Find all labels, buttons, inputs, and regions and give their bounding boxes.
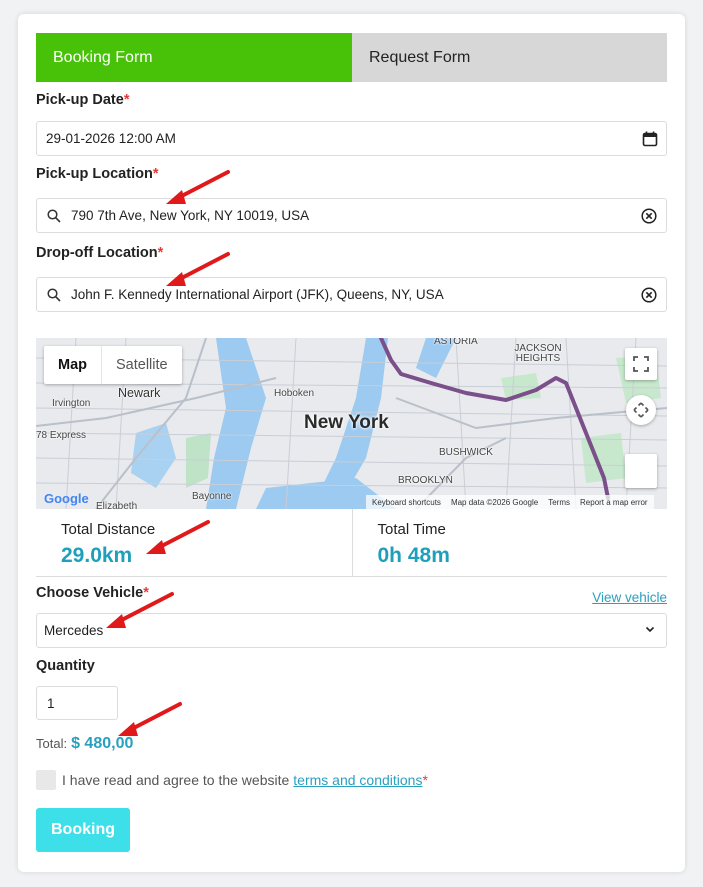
map-terms-link[interactable]: Terms: [548, 498, 570, 507]
fullscreen-icon[interactable]: [625, 348, 657, 380]
map-place-bushwick: BUSHWICK: [439, 447, 493, 458]
search-icon: [37, 208, 71, 223]
pegman-icon[interactable]: [625, 454, 657, 488]
pickup-date-label: Pick-up Date*: [36, 92, 130, 108]
map-type-map-button[interactable]: Map: [44, 346, 101, 384]
map-place-bayonne: Bayonne: [192, 491, 232, 502]
tab-booking-form[interactable]: Booking Form: [36, 33, 352, 82]
trip-stats: Total Distance 29.0km Total Time 0h 48m: [36, 509, 667, 577]
map-place-elizabeth: Elizabeth: [96, 501, 138, 509]
chevron-down-icon: [644, 623, 656, 635]
total-time-label: Total Time: [377, 521, 446, 538]
annotation-arrow-icon: [146, 520, 210, 554]
pickup-location-label: Pick-up Location*: [36, 166, 159, 182]
total-label: Total:: [36, 736, 68, 751]
annotation-arrow-icon: [166, 252, 230, 286]
annotation-arrow-icon: [166, 170, 230, 204]
total-distance-value: 29.0km: [61, 544, 133, 567]
calendar-icon[interactable]: [642, 131, 658, 147]
total-time-panel: Total Time 0h 48m: [351, 509, 668, 576]
route-map[interactable]: Map Satellite New York Newark Hoboken Ir…: [36, 338, 667, 509]
map-place-express: 78 Express: [36, 430, 87, 441]
clear-icon[interactable]: [641, 207, 657, 224]
search-icon: [37, 287, 71, 302]
map-footer: Keyboard shortcuts Map data ©2026 Google…: [366, 495, 654, 509]
annotation-arrow-icon: [106, 592, 174, 628]
map-type-toggle: Map Satellite: [44, 346, 182, 384]
map-place-jackson-heights: JACKSON HEIGHTS: [514, 343, 562, 364]
google-logo: Google: [44, 491, 89, 506]
tab-request-form[interactable]: Request Form: [352, 33, 667, 82]
terms-checkbox[interactable]: [36, 770, 56, 790]
map-type-satellite-button[interactable]: Satellite: [101, 346, 182, 384]
quantity-label: Quantity: [36, 658, 95, 674]
map-place-hoboken: Hoboken: [274, 388, 315, 399]
pickup-location-field[interactable]: 790 7th Ave, New York, NY 10019, USA: [36, 198, 667, 233]
map-place-irvington: Irvington: [52, 398, 91, 409]
form-tabs: Booking Form Request Form: [36, 33, 667, 82]
report-map-error-link[interactable]: Report a map error: [580, 498, 648, 507]
terms-agreement: I have read and agree to the website ter…: [36, 770, 428, 790]
keyboard-shortcuts-link[interactable]: Keyboard shortcuts: [372, 498, 441, 507]
clear-icon[interactable]: [641, 286, 657, 303]
dropoff-location-field[interactable]: John F. Kennedy International Airport (J…: [36, 277, 667, 312]
pan-control-icon[interactable]: [626, 395, 656, 425]
annotation-arrow-icon: [118, 702, 182, 736]
map-place-newark: Newark: [118, 386, 161, 400]
booking-button[interactable]: Booking: [36, 808, 130, 852]
map-city-label: New York: [304, 412, 389, 433]
map-data-text: Map data ©2026 Google: [450, 497, 539, 507]
map-place-astoria: ASTORIA: [434, 338, 478, 347]
view-vehicle-link[interactable]: View vehicle: [592, 590, 667, 605]
total-time-value: 0h 48m: [377, 544, 450, 567]
quantity-input[interactable]: 1: [36, 686, 118, 720]
map-place-brooklyn: BROOKLYN: [398, 475, 453, 486]
pickup-date-field[interactable]: 29-01-2026 12:00 AM: [36, 121, 667, 156]
dropoff-location-label: Drop-off Location*: [36, 245, 164, 261]
terms-link[interactable]: terms and conditions: [293, 772, 422, 788]
